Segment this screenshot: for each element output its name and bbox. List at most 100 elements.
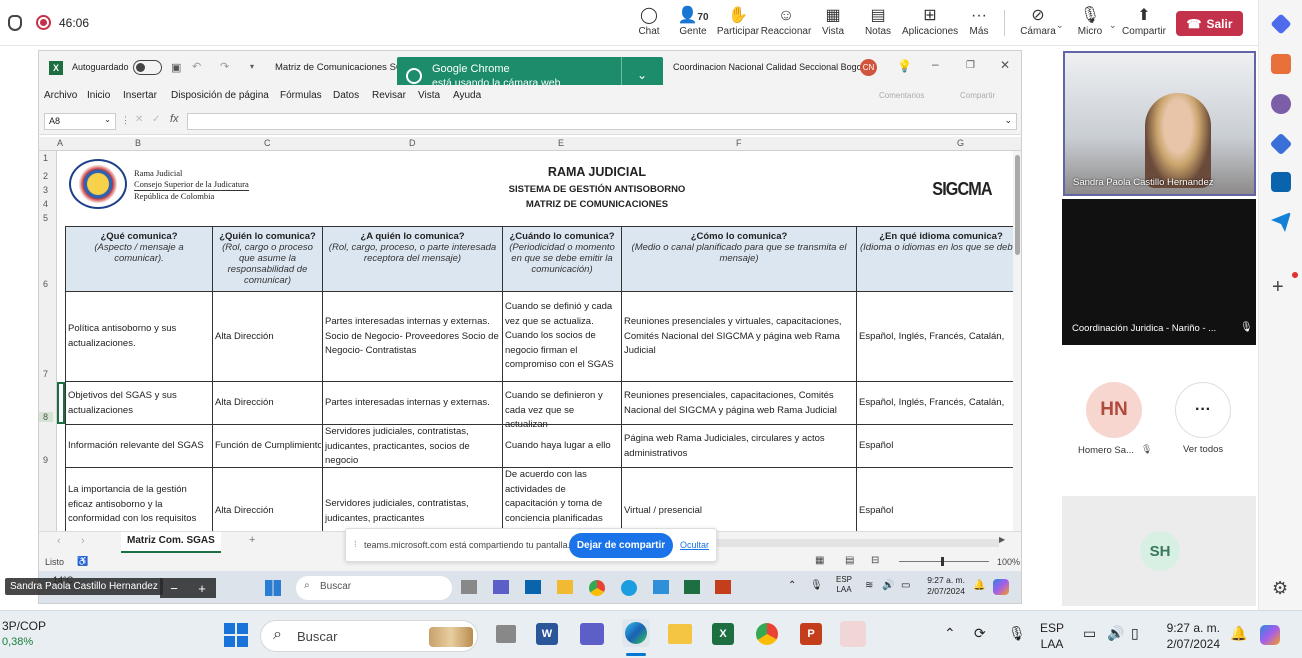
clock[interactable]: 9:27 a. m. 2/07/2024	[1152, 620, 1220, 652]
copilot-icon[interactable]	[1269, 132, 1293, 156]
row-1[interactable]: 1	[43, 153, 48, 163]
scroll-right-icon[interactable]: ▶	[999, 535, 1005, 544]
inner-task-view-icon[interactable]	[461, 580, 477, 594]
mic-options-chevron-icon[interactable]: ⌄	[1109, 20, 1117, 31]
more-button[interactable]: ··· Más	[952, 6, 1006, 37]
scrollbar-thumb[interactable]	[1015, 155, 1020, 255]
lightbulb-icon[interactable]: 💡	[897, 59, 912, 73]
confirm-entry-icon[interactable]: ✓	[152, 114, 160, 125]
ticker-label[interactable]: 3P/COP	[2, 619, 46, 633]
toast-chevron-down-icon[interactable]: ⌄	[637, 68, 647, 82]
menu-ayuda[interactable]: Ayuda	[453, 90, 481, 101]
edge-active-slot[interactable]	[622, 619, 650, 647]
col-f[interactable]: F	[736, 138, 742, 148]
formula-input[interactable]: ⌄	[187, 113, 1017, 130]
send-icon[interactable]	[1271, 212, 1291, 232]
ribbon-share-button[interactable]: Compartir	[960, 91, 995, 100]
formula-options-icon[interactable]: ⋮	[121, 115, 130, 126]
chrome-icon[interactable]	[756, 623, 778, 645]
name-box[interactable]: A8 ⌄	[44, 113, 116, 130]
menu-datos[interactable]: Datos	[333, 90, 359, 101]
notes-button[interactable]: ▤ Notas	[851, 6, 905, 37]
menu-revisar[interactable]: Revisar	[372, 90, 406, 101]
outlook-icon[interactable]	[1271, 172, 1291, 192]
inner-chrome-icon[interactable]	[589, 580, 605, 596]
menu-archivo[interactable]: Archivo	[44, 90, 77, 101]
inner-tray-chevron-icon[interactable]: ⌃	[788, 580, 796, 591]
inner-lang[interactable]: ESP LAA	[836, 575, 852, 595]
add-sheet-icon[interactable]: +	[249, 534, 255, 546]
undo-icon[interactable]: ↶	[192, 60, 201, 73]
inner-mic-icon[interactable]: 🎙	[810, 580, 823, 591]
participant-tile-narino[interactable]: Coordinación Juridica - Nariño - ... 🎙	[1062, 199, 1256, 345]
row-9[interactable]: 9	[43, 455, 48, 465]
account-avatar[interactable]: CN	[860, 59, 877, 76]
inner-battery-icon[interactable]: ▭	[901, 580, 910, 591]
customize-qat-icon[interactable]: ▾	[250, 62, 254, 71]
menu-vista[interactable]: Vista	[418, 90, 440, 101]
redo-icon[interactable]: ↷	[220, 60, 229, 73]
copilot-taskbar-icon[interactable]	[1260, 625, 1280, 645]
menu-insertar[interactable]: Insertar	[123, 90, 157, 101]
excel-icon[interactable]: X	[712, 623, 734, 645]
col-a[interactable]: A	[57, 138, 63, 148]
inner-calendar-icon[interactable]	[653, 580, 669, 594]
row-8[interactable]: 8	[39, 412, 53, 422]
menu-disposicion[interactable]: Disposición de página	[171, 90, 269, 101]
normal-view-icon[interactable]: ▦	[815, 555, 824, 566]
zoom-slider[interactable]	[899, 557, 989, 566]
inner-wifi-icon[interactable]: ≋	[865, 580, 873, 591]
row-7[interactable]: 7	[43, 369, 48, 379]
apps-button[interactable]: ⊞ Aplicaciones	[902, 6, 958, 37]
next-sheet-icon[interactable]: ›	[81, 535, 85, 547]
drag-handle-icon[interactable]: ⁞	[354, 539, 357, 549]
menu-formulas[interactable]: Fórmulas	[280, 90, 322, 101]
worksheet-grid[interactable]: Rama Judicial Consejo Superior de la Jud…	[57, 151, 1013, 531]
inner-start-icon[interactable]	[265, 580, 281, 596]
word-icon[interactable]: W	[536, 623, 558, 645]
page-break-icon[interactable]: ⊟	[871, 555, 879, 566]
inner-copilot-icon[interactable]	[993, 579, 1009, 595]
restore-icon[interactable]: ❐	[966, 60, 975, 71]
notification-bell-icon[interactable]: 🔔	[1230, 625, 1247, 642]
row-2[interactable]: 2	[43, 171, 48, 181]
start-icon[interactable]	[224, 623, 248, 647]
inner-mail-icon[interactable]	[525, 580, 541, 594]
react-button[interactable]: ☺ Reaccionar	[759, 6, 813, 37]
powerpoint-icon[interactable]: P	[800, 623, 822, 645]
language-indicator[interactable]: ESP LAA	[1040, 620, 1064, 652]
row-4[interactable]: 4	[43, 199, 48, 209]
row-6[interactable]: 6	[43, 279, 48, 289]
zoom-out-icon[interactable]: −	[170, 581, 178, 596]
page-layout-icon[interactable]: ▤	[845, 555, 854, 566]
self-view-tile[interactable]: SH	[1062, 496, 1256, 606]
leave-button[interactable]: ☎ Salir	[1176, 11, 1243, 36]
teams-icon[interactable]	[580, 623, 604, 645]
horizontal-scrollbar[interactable]	[699, 539, 999, 547]
col-g[interactable]: G	[957, 138, 964, 148]
task-view-icon[interactable]	[496, 625, 516, 643]
accessibility-icon[interactable]: ♿	[77, 556, 88, 567]
inner-snip-icon[interactable]	[715, 580, 731, 594]
menu-inicio[interactable]: Inicio	[87, 90, 110, 101]
display-icon[interactable]: ▭	[1083, 625, 1096, 642]
volume-icon[interactable]: 🔊	[1107, 625, 1124, 642]
autosave-toggle[interactable]	[133, 60, 162, 75]
cancel-entry-icon[interactable]: ✕	[135, 114, 143, 125]
col-b[interactable]: B	[135, 138, 141, 148]
raise-hand-button[interactable]: ✋ Participar	[711, 6, 765, 37]
people-app-icon[interactable]	[1271, 94, 1291, 114]
snipping-tool-icon[interactable]	[840, 621, 866, 647]
zoom-level[interactable]: 100%	[997, 557, 1020, 567]
mic-icon[interactable]: 🎙	[1008, 625, 1026, 642]
col-c[interactable]: C	[264, 138, 271, 148]
vertical-scrollbar[interactable]	[1013, 151, 1021, 531]
see-all-button[interactable]: ···	[1175, 382, 1231, 438]
prev-sheet-icon[interactable]: ‹	[57, 535, 61, 547]
sync-icon[interactable]: ⟳	[974, 625, 986, 642]
selected-cell-a8[interactable]	[57, 382, 65, 424]
tray-chevron-icon[interactable]: ⌃	[944, 625, 956, 642]
row-5[interactable]: 5	[43, 213, 48, 223]
toolbox-icon[interactable]	[1271, 54, 1291, 74]
inner-clock[interactable]: 9:27 a. m. 2/07/2024	[915, 575, 965, 597]
